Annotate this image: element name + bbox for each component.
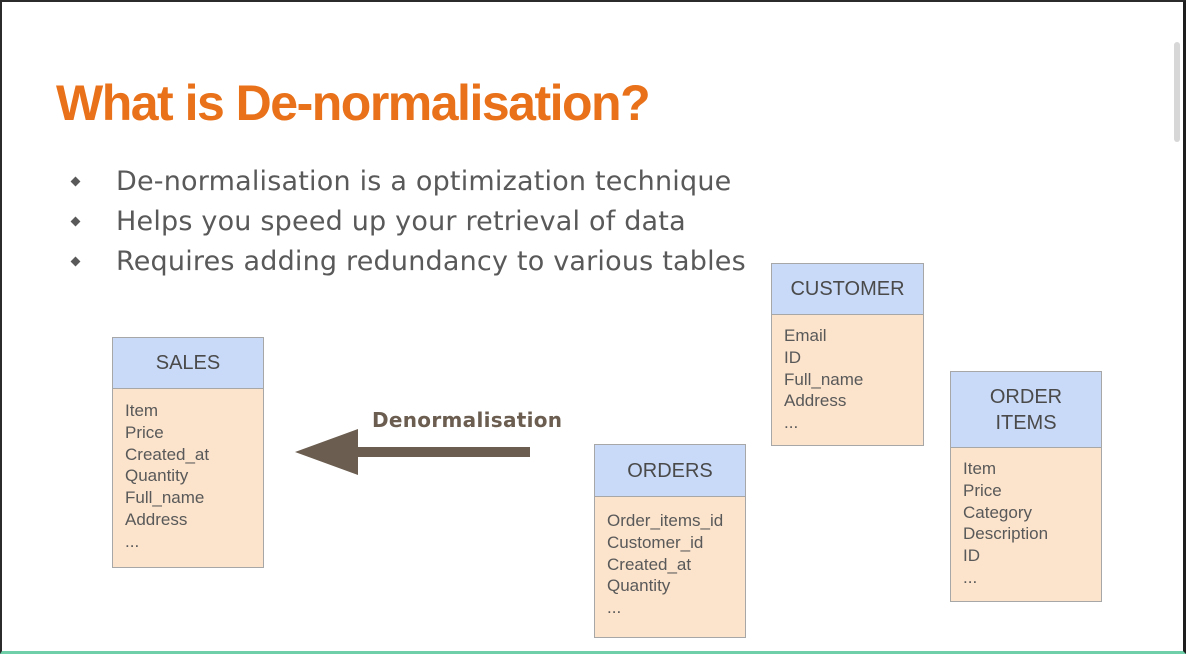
table-name: CUSTOMER <box>790 278 905 300</box>
table-header: ORDERS <box>595 445 745 497</box>
order-items-table: ORDER ITEMS Item Price Category Descript… <box>950 371 1102 602</box>
customer-table: CUSTOMER Email ID Full_name Address ... <box>771 263 924 446</box>
bullet-text: Requires adding redundancy to various ta… <box>116 246 746 277</box>
field-item: Item <box>963 459 997 478</box>
field-list: Email ID Full_name Address ... <box>772 315 923 434</box>
field-item: Address <box>125 509 188 529</box>
sales-table: SALES Item Price Created_at Quantity Ful… <box>112 337 264 568</box>
slide-frame: What is De-normalisation? De-normalisati… <box>0 0 1186 654</box>
bullet-icon <box>70 216 81 227</box>
field-item: Created_at <box>125 444 210 464</box>
field-list: Order_items_id Customer_id Created_at Qu… <box>595 497 745 619</box>
bullet-item: De-normalisation is a optimization techn… <box>70 162 746 202</box>
field-list: Item Price Category Description ID ... <box>951 448 1101 589</box>
table-header: SALES <box>113 338 263 389</box>
bullet-text: Helps you speed up your retrieval of dat… <box>116 206 686 237</box>
field-item: ... <box>125 531 140 551</box>
field-item: Full_name <box>784 369 864 389</box>
orders-table: ORDERS Order_items_id Customer_id Create… <box>594 444 746 638</box>
field-item: Item <box>125 401 159 420</box>
bullet-list: De-normalisation is a optimization techn… <box>70 162 746 282</box>
bullet-text: De-normalisation is a optimization techn… <box>116 166 732 197</box>
field-item: ID <box>784 347 801 367</box>
field-item: Created_at <box>607 554 692 574</box>
bullet-item: Helps you speed up your retrieval of dat… <box>70 202 746 242</box>
table-header: CUSTOMER <box>772 264 923 315</box>
field-list: Item Price Created_at Quantity Full_name… <box>113 389 263 553</box>
field-item: Customer_id <box>607 532 704 552</box>
left-arrow-icon <box>295 429 530 475</box>
bullet-icon <box>70 256 81 267</box>
table-name-line-1: ORDER <box>989 385 1063 408</box>
table-name-line-2: ITEMS <box>995 411 1057 434</box>
field-item: Address <box>784 391 847 411</box>
field-item: Quantity <box>607 576 671 596</box>
table-name: ORDERS <box>627 459 713 482</box>
field-item: Category <box>963 502 1032 522</box>
field-item: Full_name <box>125 488 205 508</box>
field-item: ID <box>963 546 980 566</box>
field-item: Description <box>963 524 1049 544</box>
field-item: Email <box>784 326 827 345</box>
field-item: ... <box>784 413 799 433</box>
table-header: ORDER ITEMS <box>951 372 1101 448</box>
scrollbar[interactable] <box>1174 42 1180 142</box>
bullet-item: Requires adding redundancy to various ta… <box>70 242 746 282</box>
slide-title: What is De-normalisation? <box>56 75 651 131</box>
table-name: SALES <box>155 352 221 374</box>
field-item: Quantity <box>125 466 189 486</box>
field-item: Price <box>125 422 164 442</box>
field-item: ... <box>607 598 622 618</box>
field-item: Price <box>963 480 1002 500</box>
bullet-icon <box>70 176 81 187</box>
field-item: ... <box>963 567 978 587</box>
field-item: Order_items_id <box>607 511 724 530</box>
